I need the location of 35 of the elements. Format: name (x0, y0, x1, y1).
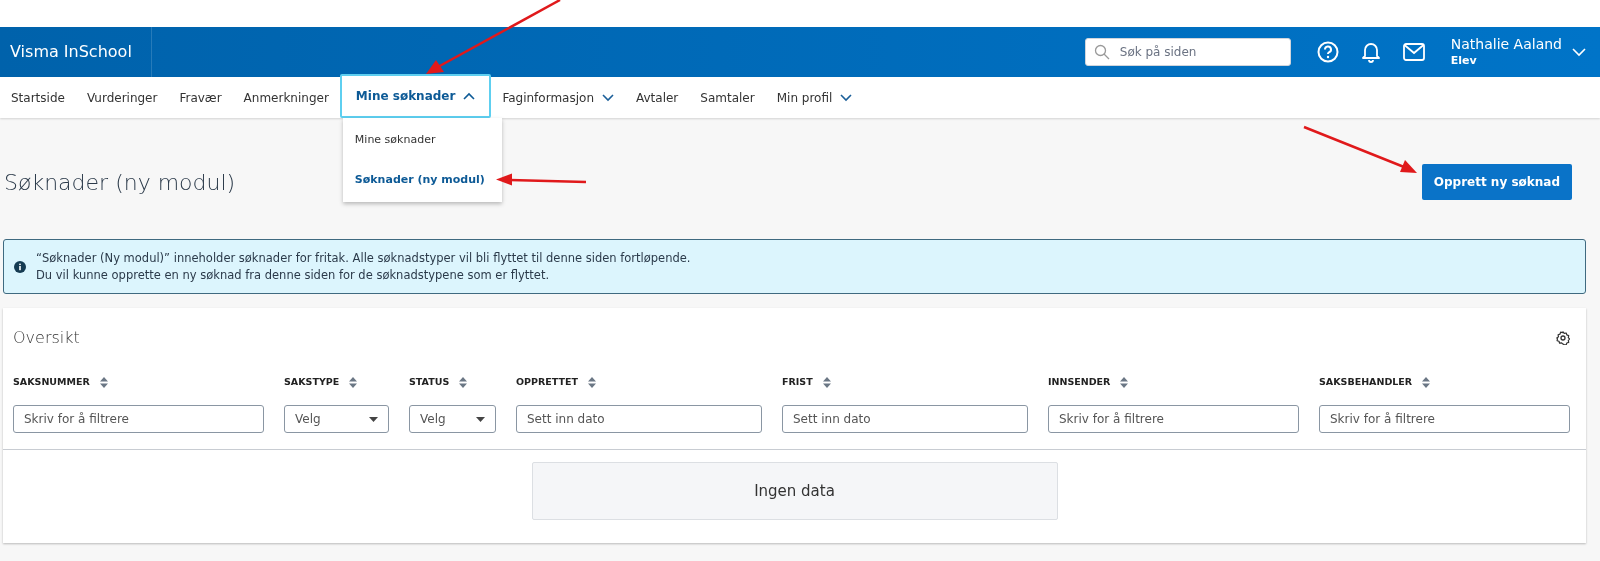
column-header[interactable]: OPPRETTET (516, 374, 578, 390)
column-header[interactable]: FRIST (782, 374, 813, 390)
nav-tab[interactable]: Startside (0, 77, 76, 118)
nav-tab[interactable]: Samtaler (689, 77, 766, 118)
empty-state: Ingen data (531, 462, 1058, 520)
nav-tab[interactable]: Min profil (765, 77, 864, 118)
column-header[interactable]: SAKSNUMMER (13, 374, 90, 390)
filter-field[interactable]: Skriv for å filtrere (1048, 405, 1299, 433)
user-name[interactable]: Nathalie Aaland (1450, 36, 1562, 54)
nav-tab[interactable]: Anmerkninger (232, 77, 340, 118)
column-header[interactable]: SAKSBEHANDLER (1319, 374, 1413, 390)
create-button[interactable]: Opprett ny søknad (1421, 164, 1572, 200)
search-field[interactable]: Søk på siden (1084, 38, 1291, 66)
menu-item[interactable]: Søknader (ny modul) (342, 160, 502, 200)
nav-tab[interactable]: Mine søknader (339, 74, 492, 118)
filter-field[interactable]: Skriv for å filtrere (13, 405, 264, 433)
select-field[interactable]: Velg (284, 405, 389, 433)
column-header[interactable]: STATUS (409, 374, 450, 390)
card-title: Oversikt (13, 327, 80, 349)
info-text: Du vil kunne opprette en ny søknad fra denne siden for de søknadstypene som er flyttet. (36, 266, 551, 284)
nav-tab[interactable]: Faginformasjon (491, 77, 625, 118)
nav-tab[interactable]: Vurderinger (75, 77, 169, 118)
select-field[interactable]: Velg (409, 405, 496, 433)
filter-field[interactable]: Skriv for å filtrere (1319, 405, 1570, 433)
app-name[interactable]: Visma InSchool (10, 40, 132, 64)
page-title: Søknader (ny modul) (4, 168, 236, 197)
date-field[interactable]: Sett inn dato (516, 405, 762, 433)
menu-item[interactable]: Mine søknader (342, 120, 502, 160)
date-field[interactable]: Sett inn dato (782, 405, 1028, 433)
user-role: Elev (1450, 53, 1478, 68)
nav-tab[interactable]: Fravær (168, 77, 233, 118)
column-header[interactable]: SAKSTYPE (284, 374, 340, 390)
column-header[interactable]: INNSENDER (1048, 374, 1111, 390)
info-text: “Søknader (Ny modul)” inneholder søknader for fritak. Alle søknadstyper vil bli flyttet til denne siden fortløpende. (36, 249, 691, 267)
nav-tab[interactable]: Avtaler (625, 77, 690, 118)
